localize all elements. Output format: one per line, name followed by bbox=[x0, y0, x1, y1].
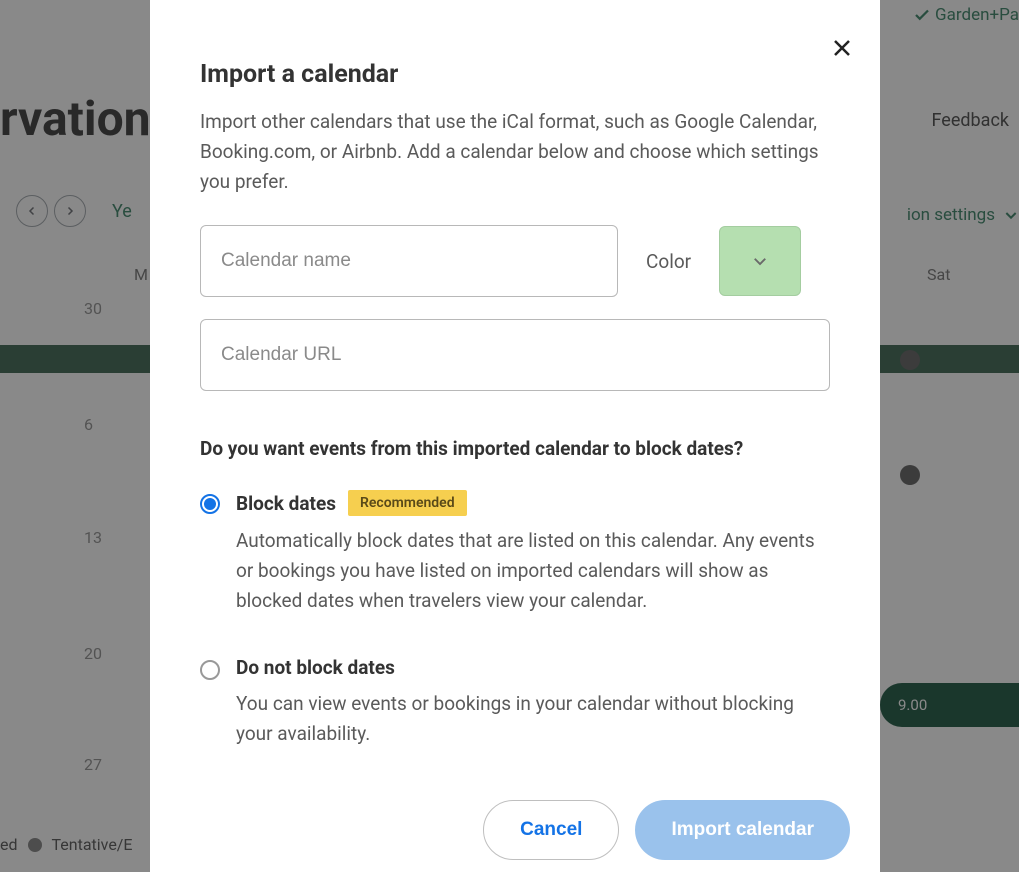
close-button[interactable] bbox=[830, 36, 854, 60]
cancel-button[interactable]: Cancel bbox=[483, 800, 619, 860]
block-dates-question: Do you want events from this imported ca… bbox=[200, 437, 830, 460]
modal-title: Import a calendar bbox=[200, 60, 830, 89]
option-do-not-block-dates: Do not block dates You can view events o… bbox=[200, 656, 830, 749]
radio-do-not-block[interactable] bbox=[200, 660, 220, 680]
calendar-name-input[interactable] bbox=[200, 225, 618, 297]
recommended-badge: Recommended bbox=[348, 490, 467, 516]
option-description: Automatically block dates that are liste… bbox=[236, 526, 830, 616]
option-title: Do not block dates bbox=[236, 656, 395, 679]
option-description: You can view events or bookings in your … bbox=[236, 689, 830, 749]
close-icon bbox=[830, 36, 854, 60]
option-title: Block dates bbox=[236, 492, 336, 515]
import-button[interactable]: Import calendar bbox=[635, 800, 850, 860]
radio-block-dates[interactable] bbox=[200, 494, 220, 514]
calendar-url-input[interactable] bbox=[200, 319, 830, 391]
color-label: Color bbox=[646, 250, 691, 273]
color-picker-dropdown[interactable] bbox=[719, 226, 801, 296]
modal-description: Import other calendars that use the iCal… bbox=[200, 107, 830, 197]
chevron-down-icon bbox=[751, 252, 769, 270]
modal-footer: Cancel Import calendar bbox=[483, 800, 850, 860]
import-calendar-modal: Import a calendar Import other calendars… bbox=[150, 0, 880, 872]
option-block-dates: Block dates Recommended Automatically bl… bbox=[200, 490, 830, 616]
